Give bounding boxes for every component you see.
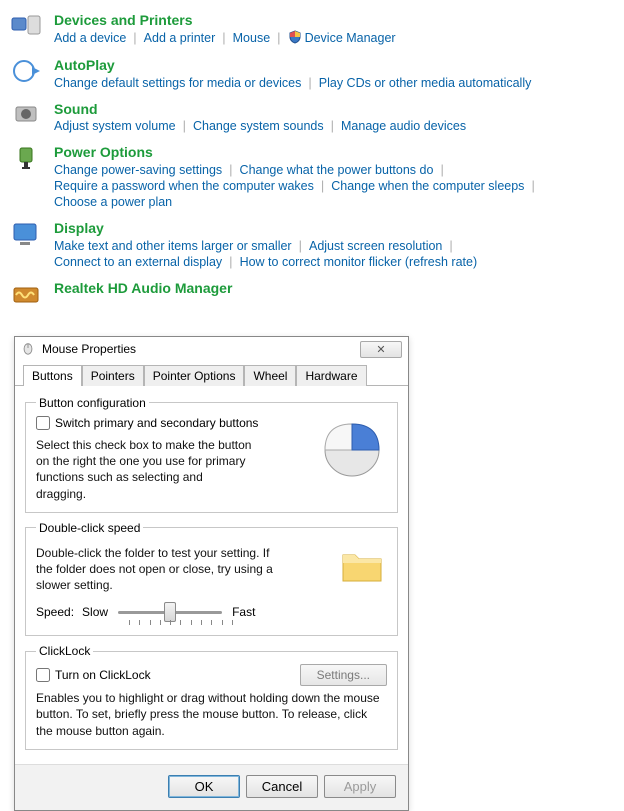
category-row: Realtek HD Audio Manager bbox=[10, 280, 614, 310]
category-heading[interactable]: Sound bbox=[54, 101, 614, 118]
button-configuration-fieldset: Button configuration Switch primary and … bbox=[25, 396, 398, 513]
task-link[interactable]: Add a printer bbox=[144, 31, 216, 45]
separator: | bbox=[321, 178, 324, 193]
category-heading[interactable]: Realtek HD Audio Manager bbox=[54, 280, 614, 297]
separator: | bbox=[440, 162, 443, 177]
category-icon bbox=[10, 220, 44, 250]
category-row: Display Make text and other items larger … bbox=[10, 220, 614, 270]
tab-hardware[interactable]: Hardware bbox=[296, 365, 366, 386]
apply-button: Apply bbox=[324, 775, 396, 798]
task-link[interactable]: Add a device bbox=[54, 31, 126, 45]
task-link[interactable]: Change system sounds bbox=[193, 119, 324, 133]
double-click-speed-legend: Double-click speed bbox=[36, 521, 143, 535]
task-link[interactable]: Choose a power plan bbox=[54, 195, 172, 209]
clicklock-description: Enables you to highlight or drag without… bbox=[36, 690, 387, 739]
category-icon bbox=[10, 144, 44, 174]
category-icon bbox=[10, 57, 44, 87]
double-click-speed-fieldset: Double-click speed Double-click the fold… bbox=[25, 521, 398, 637]
task-link[interactable]: Change what the power buttons do bbox=[240, 163, 434, 177]
category-heading[interactable]: AutoPlay bbox=[54, 57, 614, 74]
separator: | bbox=[449, 238, 452, 253]
task-link[interactable]: Manage audio devices bbox=[341, 119, 466, 133]
category-heading[interactable]: Devices and Printers bbox=[54, 12, 614, 29]
clicklock-fieldset: ClickLock Turn on ClickLock Settings... … bbox=[25, 644, 398, 750]
double-click-description: Double-click the folder to test your set… bbox=[36, 545, 286, 594]
task-link[interactable]: Adjust system volume bbox=[54, 119, 176, 133]
category-icon bbox=[10, 280, 44, 310]
clicklock-settings-button: Settings... bbox=[300, 664, 387, 686]
task-link[interactable]: Make text and other items larger or smal… bbox=[54, 239, 292, 253]
dialog-title: Mouse Properties bbox=[42, 342, 136, 356]
category-row: Power Options Change power-saving setting… bbox=[10, 144, 614, 210]
mouse-icon bbox=[21, 341, 35, 358]
category-row: AutoPlay Change default settings for medi… bbox=[10, 57, 614, 91]
category-heading[interactable]: Display bbox=[54, 220, 614, 237]
switch-primary-secondary-checkbox[interactable]: Switch primary and secondary buttons bbox=[36, 416, 258, 430]
shield-icon bbox=[288, 30, 302, 47]
mouse-illustration bbox=[317, 416, 387, 476]
tab-buttons[interactable]: Buttons bbox=[23, 365, 82, 386]
folder-test-icon[interactable] bbox=[337, 541, 387, 583]
separator: | bbox=[229, 254, 232, 269]
separator: | bbox=[331, 118, 334, 133]
separator: | bbox=[183, 118, 186, 133]
task-link[interactable]: How to correct monitor flicker (refresh … bbox=[240, 255, 478, 269]
category-heading[interactable]: Power Options bbox=[54, 144, 614, 161]
ok-button[interactable]: OK bbox=[168, 775, 240, 798]
task-link[interactable]: Mouse bbox=[233, 31, 271, 45]
mouse-properties-dialog: Mouse Properties ✕ ButtonsPointersPointe… bbox=[14, 336, 409, 811]
category-row: Devices and Printers Add a device | Add a p… bbox=[10, 12, 614, 47]
tab-pointer-options[interactable]: Pointer Options bbox=[144, 365, 245, 386]
separator: | bbox=[299, 238, 302, 253]
category-icon bbox=[10, 12, 44, 42]
button-configuration-description: Select this check box to make the button… bbox=[36, 437, 256, 502]
fast-label: Fast bbox=[232, 605, 255, 619]
separator: | bbox=[133, 30, 136, 45]
speed-label: Speed: bbox=[36, 605, 74, 619]
clicklock-legend: ClickLock bbox=[36, 644, 93, 658]
tab-wheel[interactable]: Wheel bbox=[244, 365, 296, 386]
separator: | bbox=[222, 30, 225, 45]
separator: | bbox=[229, 162, 232, 177]
task-link[interactable]: Change power-saving settings bbox=[54, 163, 222, 177]
task-link[interactable]: Adjust screen resolution bbox=[309, 239, 442, 253]
category-row: SoundAdjust system volume | Change system … bbox=[10, 101, 614, 135]
turn-on-clicklock-checkbox[interactable]: Turn on ClickLock bbox=[36, 668, 151, 682]
task-link[interactable]: Change when the computer sleeps bbox=[331, 179, 524, 193]
tab-pointers[interactable]: Pointers bbox=[82, 365, 144, 386]
separator: | bbox=[531, 178, 534, 193]
task-link[interactable]: Connect to an external display bbox=[54, 255, 222, 269]
task-link[interactable]: Change default settings for media or dev… bbox=[54, 76, 301, 90]
separator: | bbox=[308, 75, 311, 90]
task-link[interactable]: Play CDs or other media automatically bbox=[319, 76, 532, 90]
slow-label: Slow bbox=[82, 605, 108, 619]
button-configuration-legend: Button configuration bbox=[36, 396, 149, 410]
task-link[interactable]: Require a password when the computer wak… bbox=[54, 179, 314, 193]
separator: | bbox=[277, 30, 280, 45]
close-button[interactable]: ✕ bbox=[360, 341, 402, 358]
cancel-button[interactable]: Cancel bbox=[246, 775, 318, 798]
double-click-speed-slider[interactable] bbox=[118, 603, 222, 621]
category-icon bbox=[10, 101, 44, 131]
task-link[interactable]: Device Manager bbox=[305, 31, 396, 45]
